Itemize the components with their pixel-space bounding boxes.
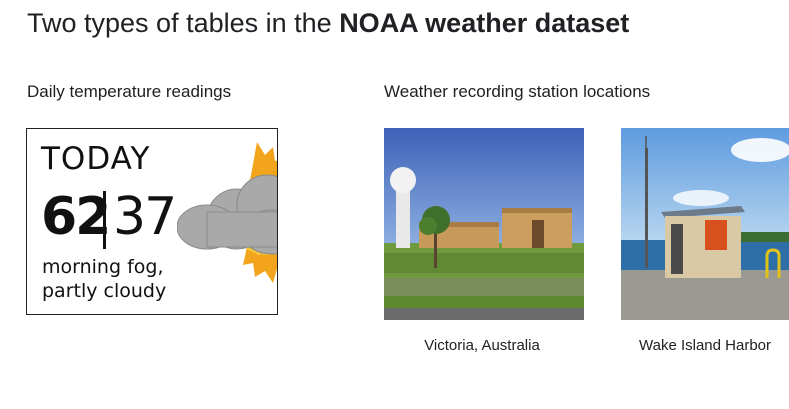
temperature-divider <box>103 191 106 249</box>
title-bold: NOAA weather dataset <box>339 8 630 38</box>
victoria-station-photo <box>384 128 584 320</box>
daily-temperature-heading: Daily temperature readings <box>27 82 232 101</box>
victoria-caption: Victoria, Australia <box>424 337 540 354</box>
title-prefix: Two types of tables in the <box>27 8 340 38</box>
weather-card: TODAY 62 37 morning fog, partly cloudy <box>26 128 278 315</box>
weather-description: morning fog, partly cloudy <box>42 255 166 303</box>
weather-day: TODAY <box>41 141 151 177</box>
slide-title: Two types of tables in the NOAA weather … <box>27 8 629 39</box>
station-locations-heading: Weather recording station locations <box>384 82 651 101</box>
high-temperature: 62 <box>41 187 111 247</box>
description-line-2: partly cloudy <box>42 280 167 302</box>
description-line-1: morning fog, <box>42 256 164 278</box>
sun-behind-cloud-icon <box>177 142 277 283</box>
wake-island-caption: Wake Island Harbor <box>639 337 771 354</box>
low-temperature: 37 <box>113 187 177 247</box>
wake-island-station-photo <box>621 128 789 320</box>
